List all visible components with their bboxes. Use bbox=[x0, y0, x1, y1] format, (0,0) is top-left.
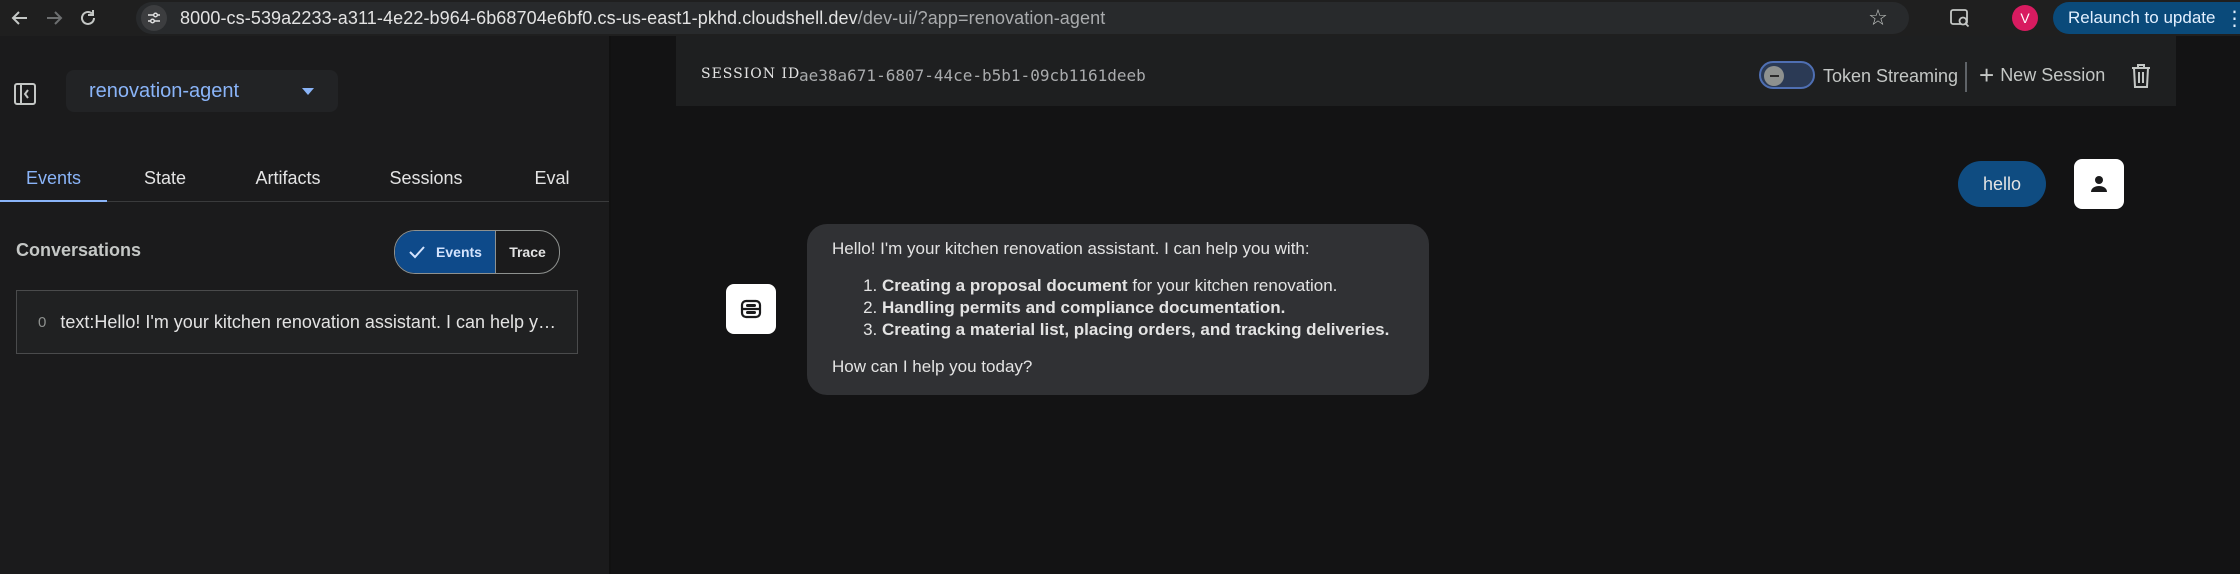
address-bar[interactable]: 8000-cs-539a2233-a311-4e22-b964-6b68704e… bbox=[136, 2, 1909, 34]
more-vert-icon: ⋮ bbox=[2224, 7, 2240, 30]
session-id-value: ae38a671-6807-44ce-b5b1-09cb1161deeb bbox=[799, 66, 1146, 85]
bot-message-bubble: Hello! I'm your kitchen renovation assis… bbox=[807, 224, 1429, 395]
tab-artifacts[interactable]: Artifacts bbox=[238, 155, 338, 201]
token-streaming-label: Token Streaming bbox=[1823, 66, 1959, 86]
bot-outro: How can I help you today? bbox=[832, 357, 1033, 376]
tab-eval[interactable]: Eval bbox=[510, 155, 594, 201]
person-icon bbox=[2091, 176, 2107, 192]
profile-avatar[interactable]: V bbox=[2012, 5, 2038, 31]
reload-icon bbox=[81, 10, 95, 25]
browser-toolbar: 8000-cs-539a2233-a311-4e22-b964-6b68704e… bbox=[0, 0, 2240, 36]
tab-search-icon[interactable] bbox=[1948, 6, 1972, 30]
app-selector[interactable]: renovation-agent bbox=[66, 70, 338, 112]
delete-session-icon[interactable] bbox=[2130, 63, 2152, 89]
session-id-label: SESSION ID bbox=[701, 66, 801, 82]
list-item-rest: for your kitchen renovation. bbox=[1127, 276, 1338, 295]
side-panel: renovation-agent Events State Artifacts … bbox=[0, 36, 609, 574]
conversation-text: text:Hello! I'm your kitchen renovation … bbox=[60, 311, 557, 332]
relaunch-label: Relaunch to update bbox=[2068, 8, 2216, 27]
conversations-title: Conversations bbox=[16, 240, 142, 260]
events-toggle-label: Events bbox=[436, 244, 482, 260]
url-path: /dev-ui/?app=renovation-agent bbox=[857, 7, 1106, 28]
back-button[interactable] bbox=[6, 4, 34, 32]
forward-button[interactable] bbox=[40, 4, 68, 32]
bot-capability-list: Creating a proposal document for your ki… bbox=[832, 275, 1404, 341]
bot-intro: Hello! I'm your kitchen renovation assis… bbox=[832, 239, 1310, 258]
tab-state[interactable]: State bbox=[120, 155, 210, 201]
divider bbox=[1965, 62, 1967, 92]
star-icon[interactable]: ☆ bbox=[1867, 7, 1889, 29]
session-header: SESSION ID ae38a671-6807-44ce-b5b1-09cb1… bbox=[676, 36, 2176, 106]
toggle-knob bbox=[1764, 66, 1784, 86]
new-session-label: New Session bbox=[2000, 64, 2106, 85]
trace-toggle-label: Trace bbox=[509, 244, 546, 260]
new-session-button[interactable]: + New Session bbox=[1979, 60, 2106, 90]
toggle-sidebar-icon[interactable] bbox=[12, 81, 38, 107]
token-streaming-toggle[interactable] bbox=[1759, 61, 1815, 89]
bot-avatar bbox=[726, 284, 776, 334]
list-item-bold: Handling permits and compliance document… bbox=[882, 298, 1286, 317]
relaunch-button[interactable]: Relaunch to update ⋮ bbox=[2053, 2, 2240, 34]
url-text: 8000-cs-539a2233-a311-4e22-b964-6b68704e… bbox=[180, 8, 1105, 29]
conversation-item[interactable]: 0 text:Hello! I'm your kitchen renovatio… bbox=[16, 290, 578, 354]
chevron-down-icon bbox=[302, 88, 314, 95]
list-item-bold: Creating a proposal document bbox=[882, 276, 1128, 295]
site-info-button[interactable] bbox=[141, 5, 167, 31]
arrow-left-icon bbox=[11, 11, 27, 25]
list-item: Creating a proposal document for your ki… bbox=[882, 275, 1404, 297]
panel-divider[interactable] bbox=[609, 36, 611, 574]
events-trace-toggle: Events Trace bbox=[394, 230, 560, 274]
events-toggle-button[interactable]: Events bbox=[395, 231, 496, 273]
tune-icon bbox=[148, 12, 160, 24]
tab-events[interactable]: Events bbox=[0, 155, 107, 202]
list-item: Creating a material list, placing orders… bbox=[882, 319, 1404, 341]
minus-icon bbox=[1769, 75, 1779, 77]
app-selector-value: renovation-agent bbox=[89, 79, 240, 102]
list-item: Handling permits and compliance document… bbox=[882, 297, 1404, 319]
check-icon bbox=[409, 246, 425, 259]
list-item-bold: Creating a material list, placing orders… bbox=[882, 320, 1390, 339]
reload-button[interactable] bbox=[74, 4, 102, 32]
tab-sessions[interactable]: Sessions bbox=[374, 155, 478, 201]
robot-icon bbox=[740, 299, 762, 319]
trace-toggle-button[interactable]: Trace bbox=[496, 231, 559, 273]
side-tabs: Events State Artifacts Sessions Eval bbox=[0, 155, 609, 202]
plus-icon: + bbox=[1979, 60, 1995, 90]
arrow-right-icon bbox=[47, 11, 63, 25]
user-message-bubble: hello bbox=[1958, 161, 2046, 207]
url-host: 8000-cs-539a2233-a311-4e22-b964-6b68704e… bbox=[180, 7, 858, 28]
user-avatar bbox=[2074, 159, 2124, 209]
conversation-index: 0 bbox=[38, 313, 47, 331]
